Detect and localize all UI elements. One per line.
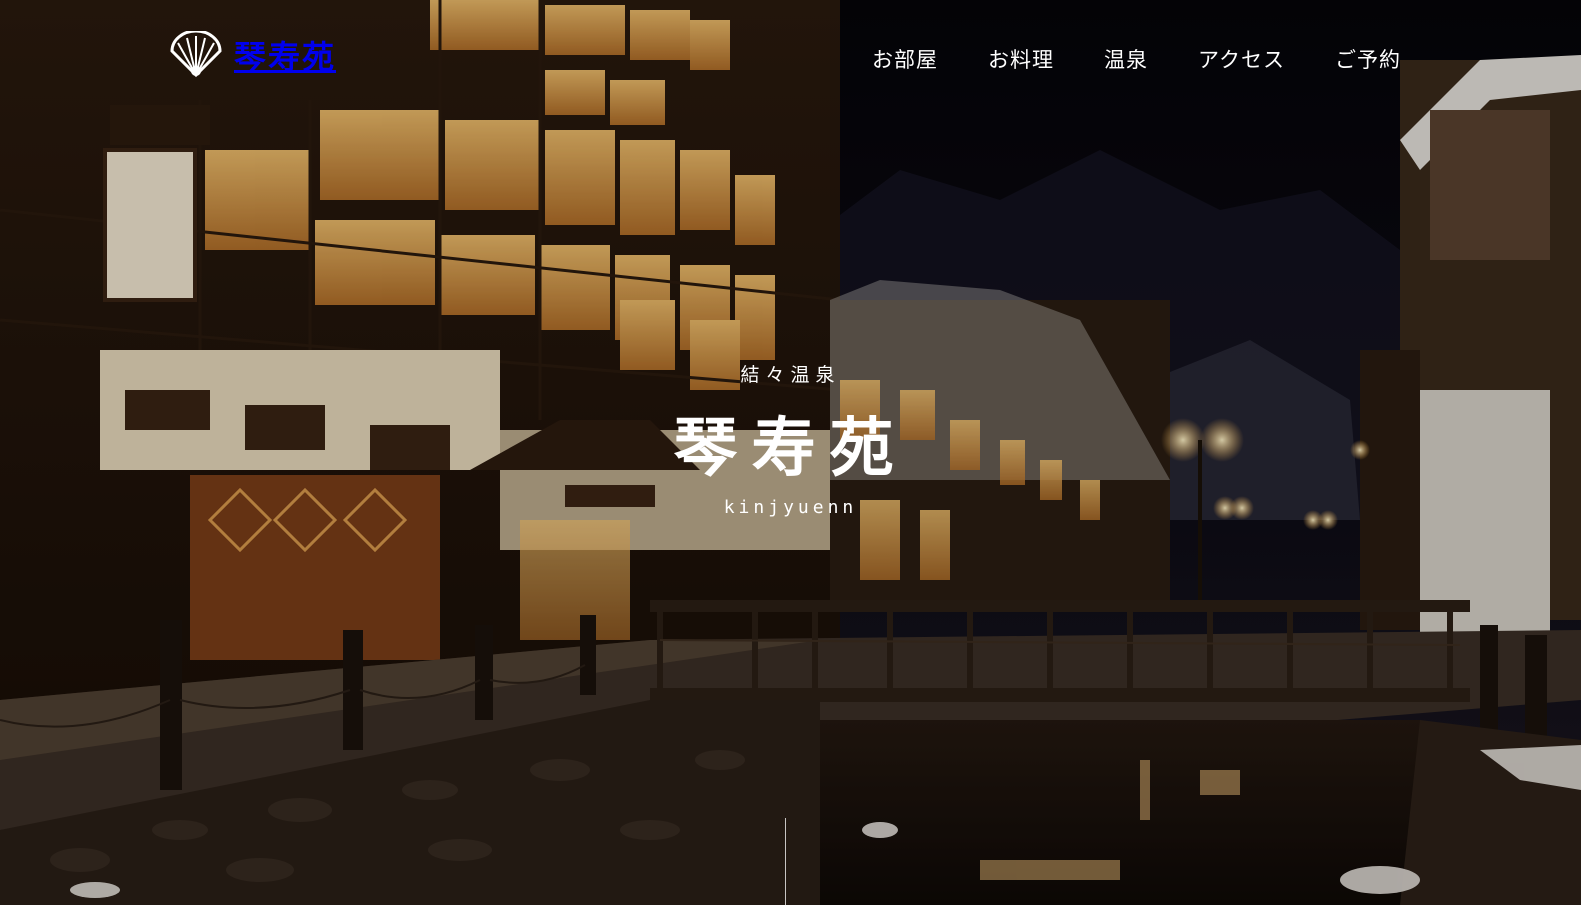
hero-subtitle: 結々温泉 [740,364,841,386]
main-navigation: お部屋 お料理 温泉 アクセス ご予約 [872,44,1401,74]
nav-item-onsen[interactable]: 温泉 [1104,44,1148,74]
hero-title-block: 結々温泉 琴寿苑 kinjyuenn [0,360,1581,518]
brand-name: 琴寿苑 [234,38,337,76]
hero-romanized-name: kinjyuenn [723,497,858,518]
brand-logo-link[interactable]: 琴寿苑 [168,30,336,80]
hero-section: 琴寿苑 お部屋 お料理 温泉 アクセス ご予約 結々温泉 琴寿苑 kinjyue… [0,0,1581,905]
nav-item-access[interactable]: アクセス [1198,44,1285,74]
hero-title: 琴寿苑 [673,411,908,486]
scroll-indicator-line [785,818,786,905]
fan-logo-icon [170,31,222,78]
nav-item-cuisine[interactable]: お料理 [988,44,1054,74]
nav-item-rooms[interactable]: お部屋 [872,44,938,74]
nav-item-reservation[interactable]: ご予約 [1335,44,1401,74]
